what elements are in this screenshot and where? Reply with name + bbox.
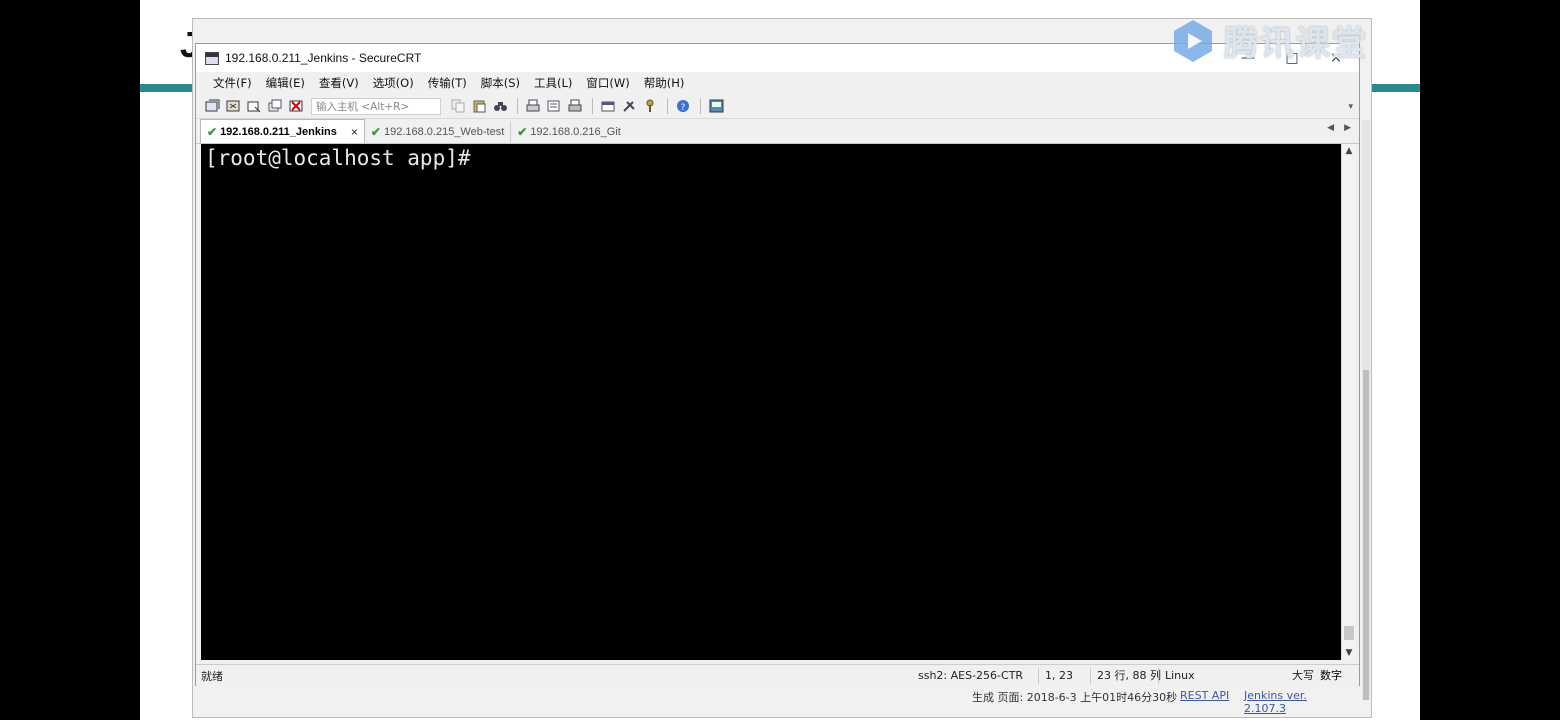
tencent-classroom-logo-icon bbox=[1170, 18, 1216, 64]
menu-help[interactable]: 帮助(H) bbox=[637, 75, 692, 91]
global-options-icon[interactable] bbox=[621, 98, 637, 114]
tab-web-test[interactable]: ✔ 192.168.0.215_Web-test bbox=[365, 121, 512, 143]
tab-label: 192.168.0.211_Jenkins bbox=[220, 125, 337, 138]
connected-check-icon: ✔ bbox=[370, 125, 381, 139]
connected-check-icon: ✔ bbox=[207, 124, 218, 139]
tab-scroll-left-icon[interactable]: ◀ bbox=[1327, 123, 1334, 133]
toolbar: 输入主机 <Alt+R> ? ▾ bbox=[196, 94, 1359, 119]
status-os: Linux bbox=[1158, 668, 1195, 684]
toolbar-separator bbox=[517, 98, 518, 114]
jenkins-version-link[interactable]: Jenkins ver. 2.107.3 bbox=[1244, 689, 1320, 715]
page-scrollbar-thumb[interactable] bbox=[1363, 370, 1369, 700]
page-generated: 生成 页面: 2018-6-3 上午01时46分30秒 bbox=[972, 691, 1178, 704]
securecrt-app-icon bbox=[205, 51, 219, 65]
session-tabs: ✔ 192.168.0.211_Jenkins × ✔ 192.168.0.21… bbox=[196, 119, 1359, 144]
page-scrollbar[interactable] bbox=[1362, 120, 1370, 700]
tab-git[interactable]: ✔ 192.168.0.216_Git bbox=[511, 121, 627, 143]
jenkins-header-bar-right bbox=[1372, 84, 1420, 92]
paste-icon[interactable] bbox=[471, 98, 487, 114]
rest-api-link[interactable]: REST API bbox=[1180, 689, 1229, 702]
toolbar-overflow-icon[interactable]: ▾ bbox=[1348, 102, 1353, 112]
terminal-prompt[interactable]: [root@localhost app]# bbox=[201, 144, 1341, 660]
menu-file[interactable]: 文件(F) bbox=[206, 75, 259, 91]
menu-window[interactable]: 窗口(W) bbox=[579, 75, 636, 91]
menu-script[interactable]: 脚本(S) bbox=[474, 75, 527, 91]
print-icon[interactable] bbox=[525, 98, 541, 114]
status-caps: 大写 bbox=[1292, 669, 1314, 682]
status-ready: 就绪 bbox=[201, 670, 223, 683]
terminal-scrollbar[interactable]: ▲ ▼ bbox=[1341, 144, 1356, 660]
toolbar-separator bbox=[592, 98, 593, 114]
scrollbar-thumb[interactable] bbox=[1344, 626, 1354, 640]
toolbar-separator bbox=[667, 98, 668, 114]
status-protocol: ssh2: AES-256-CTR bbox=[918, 669, 1024, 682]
status-cursor: 1, 23 bbox=[1038, 668, 1073, 684]
window-title: 192.168.0.211_Jenkins - SecureCRT bbox=[225, 51, 422, 65]
tab-scroll-right-icon[interactable]: ▶ bbox=[1344, 123, 1351, 133]
terminal-area[interactable]: [root@localhost app]# bbox=[201, 144, 1341, 660]
print-screen-icon[interactable] bbox=[567, 98, 583, 114]
browser-page: J 192.168.0.211_Jenkins - SecureCRT — □ … bbox=[140, 0, 1420, 720]
quick-connect-input[interactable]: 输入主机 <Alt+R> bbox=[311, 97, 441, 115]
tab-jenkins[interactable]: ✔ 192.168.0.211_Jenkins × bbox=[200, 119, 365, 143]
connected-check-icon: ✔ bbox=[517, 125, 528, 139]
jenkins-footer: 生成 页面: 2018-6-3 上午01时46分30秒 REST API Jen… bbox=[140, 687, 1320, 715]
tab-label: 192.168.0.216_Git bbox=[530, 126, 621, 138]
keymap-icon[interactable] bbox=[642, 98, 658, 114]
connect-icon[interactable] bbox=[204, 98, 220, 114]
menu-transfer[interactable]: 传输(T) bbox=[421, 75, 474, 91]
tab-close-icon[interactable]: × bbox=[351, 125, 358, 139]
tab-label: 192.168.0.215_Web-test bbox=[383, 126, 505, 138]
toolbar-separator bbox=[700, 98, 701, 114]
menu-view[interactable]: 查看(V) bbox=[312, 75, 366, 91]
menu-bar: 文件(F) 编辑(E) 查看(V) 选项(O) 传输(T) 脚本(S) 工具(L… bbox=[196, 72, 1359, 94]
session-options-icon[interactable] bbox=[600, 98, 616, 114]
connect-tab-icon[interactable] bbox=[246, 98, 262, 114]
watermark: 腾讯课堂 bbox=[1170, 16, 1368, 65]
find-icon[interactable] bbox=[492, 98, 508, 114]
jenkins-header-bar bbox=[140, 84, 193, 92]
securecrt-window: 192.168.0.211_Jenkins - SecureCRT — □ × … bbox=[195, 43, 1360, 687]
copy-icon[interactable] bbox=[450, 98, 466, 114]
scroll-down-icon[interactable]: ▼ bbox=[1342, 648, 1356, 658]
clone-session-icon[interactable] bbox=[267, 98, 283, 114]
menu-tools[interactable]: 工具(L) bbox=[527, 75, 579, 91]
menu-options[interactable]: 选项(O) bbox=[366, 75, 421, 91]
status-bar: 就绪 ssh2: AES-256-CTR 1, 23 23 行, 88 列 Li… bbox=[196, 664, 1359, 687]
menu-edit[interactable]: 编辑(E) bbox=[259, 75, 312, 91]
status-size: 23 行, 88 列 bbox=[1090, 668, 1161, 684]
disconnect-icon[interactable] bbox=[288, 98, 304, 114]
sftp-icon[interactable] bbox=[708, 98, 724, 114]
scroll-up-icon[interactable]: ▲ bbox=[1342, 146, 1356, 156]
help-icon[interactable]: ? bbox=[675, 98, 691, 114]
svg-text:?: ? bbox=[680, 103, 685, 113]
watermark-text: 腾讯课堂 bbox=[1224, 24, 1368, 64]
print-setup-icon[interactable] bbox=[546, 98, 562, 114]
tab-scroll-arrows: ◀ ▶ bbox=[1327, 123, 1351, 133]
quick-connect-icon[interactable] bbox=[225, 98, 241, 114]
status-num: 数字 bbox=[1320, 669, 1342, 682]
